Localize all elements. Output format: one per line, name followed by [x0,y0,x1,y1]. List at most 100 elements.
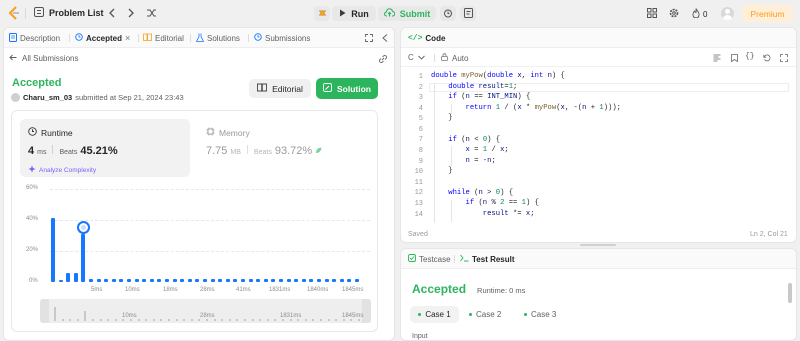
distribution-bar[interactable] [218,278,223,282]
distribution-bar[interactable] [142,278,147,282]
range-handle-right[interactable] [362,299,371,323]
all-submissions-link[interactable]: All Submissions [9,54,78,63]
memory-box[interactable]: Memory 7.75 MB Beats 93.72% [198,119,368,177]
submit-button[interactable]: Submit [378,6,436,21]
distribution-bar[interactable] [157,278,162,282]
problem-list-button[interactable]: Problem List [34,7,104,19]
mini-distribution-bar [54,307,56,321]
settings-gear-icon[interactable] [669,8,679,20]
distribution-bar[interactable] [317,278,321,282]
distribution-bar[interactable] [355,278,359,282]
range-handle-left[interactable] [40,299,49,323]
distribution-bar[interactable] [324,278,329,282]
range-tick-label: 1831ms [280,313,302,319]
braces-icon[interactable]: {} [745,52,755,61]
distribution-bar[interactable] [225,278,230,282]
analyze-complexity-link[interactable]: Analyze Complexity [28,165,96,175]
distribution-bar[interactable] [332,278,337,282]
distribution-bar[interactable] [248,278,253,282]
debug-button[interactable] [314,6,330,21]
case-1-tab[interactable]: Case 1 [410,306,459,323]
distribution-bar[interactable] [286,278,291,282]
your-runtime-marker[interactable] [76,220,90,234]
distribution-bar[interactable] [271,278,276,282]
runtime-box[interactable]: Runtime 4 ms Beats 45.21% Analyze Comple… [20,119,190,177]
editorial-button[interactable]: Editorial [249,79,311,98]
line-number: 6 [418,126,423,134]
distribution-bar[interactable] [51,218,55,282]
vertical-splitter[interactable] [396,27,399,341]
link-icon[interactable] [378,54,388,66]
distribution-bar[interactable] [210,278,215,282]
tab-submissions[interactable]: Submissions [254,28,310,48]
distribution-bar[interactable] [263,278,268,282]
distribution-bar[interactable] [339,278,344,282]
close-tab-icon[interactable]: × [125,33,130,43]
scrollbar[interactable] [788,283,792,303]
distribution-bar[interactable] [309,278,314,282]
reset-icon[interactable] [763,54,771,64]
distribution-bar[interactable] [96,278,101,282]
bookmark-icon[interactable] [731,54,738,64]
tab-test-result[interactable]: Test Result [460,249,515,269]
layout-grid-icon[interactable] [647,8,657,20]
mini-distribution-bar [152,319,155,321]
case-3-tab[interactable]: Case 3 [524,306,556,323]
horizontal-splitter[interactable] [400,243,797,247]
distribution-bar[interactable] [119,278,124,282]
distribution-bar[interactable] [195,278,200,282]
distribution-bar[interactable] [165,278,169,282]
distribution-bar[interactable] [241,278,245,282]
leetcode-logo-icon[interactable] [8,6,20,22]
run-button[interactable]: Run [332,6,376,21]
next-problem-icon[interactable] [127,8,135,20]
range-slider[interactable]: 10ms 28ms 1831ms 1845ms [40,299,371,323]
distribution-bar[interactable] [301,278,306,282]
solution-button[interactable]: Solution [316,78,378,99]
submission-user[interactable]: Charu_sm_03 [23,93,72,102]
distribution-bar[interactable] [172,278,177,282]
streak-counter[interactable]: 0 [692,8,707,20]
tab-editorial[interactable]: Editorial [143,28,184,48]
tab-accepted[interactable]: Accepted × [75,28,130,48]
distribution-bar[interactable] [111,278,116,282]
premium-button[interactable]: Premium [742,5,793,22]
notes-button[interactable] [460,6,476,21]
distribution-bar[interactable] [89,278,93,282]
timer-button[interactable] [440,6,456,21]
avatar[interactable] [721,7,734,20]
maximize-icon[interactable] [365,34,373,44]
mini-distribution-bar [122,319,125,321]
x-tick-label: 28ms [200,287,215,293]
tab-solutions[interactable]: Solutions [195,28,240,48]
distribution-bar[interactable] [279,278,283,282]
distribution-bar[interactable] [180,278,185,282]
code-editor[interactable]: 1 2 3 4 5 6 7 8 9 10 11 12 13 14 double … [401,72,796,223]
shuffle-icon[interactable] [146,8,157,20]
distribution-bar[interactable] [73,272,78,282]
mini-distribution-bar [145,319,148,321]
distribution-bar[interactable] [203,278,207,282]
distribution-bar[interactable] [256,278,261,282]
expand-icon[interactable] [780,54,788,64]
format-icon[interactable] [713,54,721,64]
prev-problem-icon[interactable] [108,8,116,20]
distribution-bar[interactable] [187,278,192,282]
tab-testcase[interactable]: Testcase [408,249,451,269]
language-select[interactable]: C [408,53,425,62]
auto-mode-toggle[interactable]: Auto [441,53,468,63]
distribution-bar[interactable] [104,278,109,282]
distribution-bar[interactable] [81,233,86,282]
distribution-bar[interactable] [127,278,131,282]
distribution-bar[interactable] [58,280,63,282]
distribution-bar[interactable] [66,272,71,282]
distribution-bar[interactable] [347,278,352,282]
distribution-bar[interactable] [134,278,139,282]
distribution-bar[interactable] [149,278,154,282]
collapse-left-icon[interactable] [382,34,388,44]
tab-description[interactable]: Description [9,28,60,48]
tab-code[interactable]: </> Code [408,28,445,48]
case-2-tab[interactable]: Case 2 [469,306,501,323]
distribution-bar[interactable] [294,278,299,282]
distribution-bar[interactable] [233,278,238,282]
